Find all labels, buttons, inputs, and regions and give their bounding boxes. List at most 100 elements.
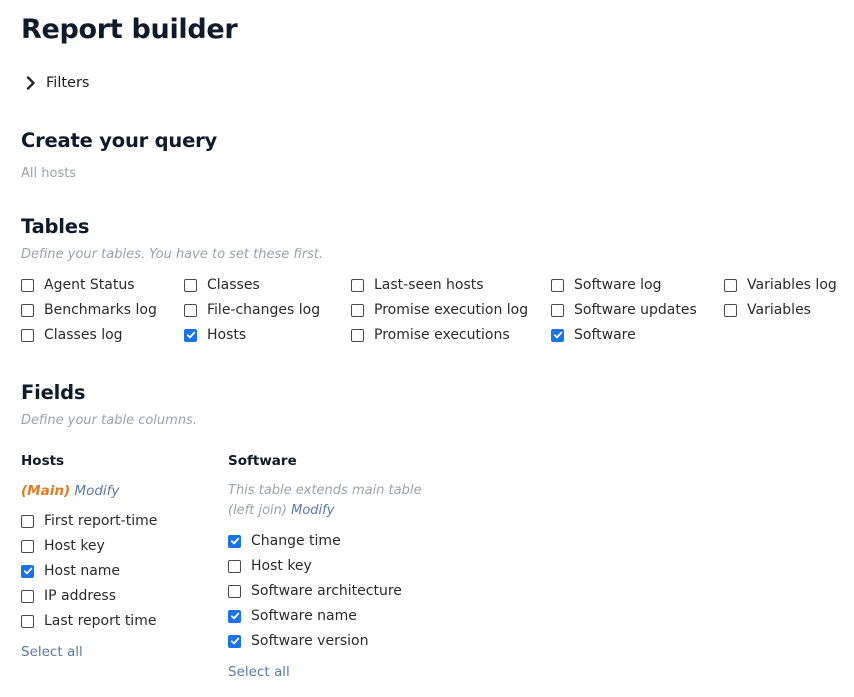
checkmark-icon bbox=[553, 331, 562, 339]
software-field-software-version[interactable]: Software version bbox=[228, 633, 368, 649]
software-extends-note: This table extends main table (left join… bbox=[228, 481, 421, 521]
checkbox-label: Host name bbox=[44, 563, 121, 579]
checkbox[interactable] bbox=[21, 589, 34, 603]
table-checkbox-classes[interactable]: Classes bbox=[184, 277, 260, 293]
table-checkbox-file-changes-log[interactable]: File-changes log bbox=[184, 302, 320, 318]
table-checkbox-software[interactable]: Software bbox=[551, 327, 636, 343]
hosts-field-ip-address[interactable]: IP address bbox=[21, 588, 116, 604]
hosts-column-title: Hosts bbox=[21, 453, 65, 469]
table-checkbox-variables-log[interactable]: Variables log bbox=[724, 277, 837, 293]
checkmark-icon bbox=[186, 331, 195, 339]
software-field-change-time[interactable]: Change time bbox=[228, 533, 341, 549]
software-modify-link[interactable]: Modify bbox=[291, 503, 334, 518]
checkbox-label: Software version bbox=[251, 633, 369, 649]
filters-toggle[interactable]: Filters bbox=[24, 74, 89, 92]
checkbox-label: Promise execution log bbox=[374, 302, 529, 318]
checkbox[interactable] bbox=[184, 328, 197, 342]
checkbox-label: Variables bbox=[747, 302, 811, 318]
join-type: (left join) bbox=[228, 503, 287, 518]
software-column-title: Software bbox=[228, 453, 297, 469]
checkbox-label: Classes log bbox=[44, 327, 123, 343]
checkmark-icon bbox=[230, 537, 239, 545]
checkbox[interactable] bbox=[21, 328, 34, 342]
checkbox[interactable] bbox=[351, 303, 364, 317]
hosts-field-host-key[interactable]: Host key bbox=[21, 538, 105, 554]
create-query-heading: Create your query bbox=[21, 129, 218, 152]
table-checkbox-benchmarks-log[interactable]: Benchmarks log bbox=[21, 302, 157, 318]
hosts-field-last-report-time[interactable]: Last report time bbox=[21, 613, 156, 629]
hosts-field-host-name[interactable]: Host name bbox=[21, 563, 120, 579]
hosts-modify-link[interactable]: Modify bbox=[74, 483, 119, 499]
checkbox-label: Agent Status bbox=[44, 277, 135, 293]
checkbox-label: Software architecture bbox=[251, 583, 402, 599]
checkbox[interactable] bbox=[228, 609, 241, 623]
checkbox-label: Classes bbox=[207, 277, 260, 293]
checkbox-label: Variables log bbox=[747, 277, 837, 293]
tables-hint: Define your tables. You have to set thes… bbox=[21, 247, 324, 262]
checkbox[interactable] bbox=[351, 278, 364, 292]
table-checkbox-hosts[interactable]: Hosts bbox=[184, 327, 246, 343]
checkbox[interactable] bbox=[21, 514, 34, 528]
checkbox-label: Software updates bbox=[574, 302, 697, 318]
extends-line-2: (left join) Modify bbox=[228, 501, 421, 521]
chevron-right-icon bbox=[24, 74, 38, 92]
checkbox-label: Host key bbox=[44, 538, 105, 554]
table-checkbox-classes-log[interactable]: Classes log bbox=[21, 327, 123, 343]
table-checkbox-promise-executions[interactable]: Promise executions bbox=[351, 327, 510, 343]
checkmark-icon bbox=[23, 567, 32, 575]
checkbox[interactable] bbox=[228, 634, 241, 648]
checkbox[interactable] bbox=[724, 278, 737, 292]
checkbox[interactable] bbox=[228, 584, 241, 598]
software-field-software-name[interactable]: Software name bbox=[228, 608, 357, 624]
checkbox-label: Hosts bbox=[207, 327, 247, 343]
checkbox-label: Host key bbox=[251, 558, 312, 574]
tables-heading: Tables bbox=[21, 215, 90, 238]
table-checkbox-software-updates[interactable]: Software updates bbox=[551, 302, 697, 318]
software-field-software-architecture[interactable]: Software architecture bbox=[228, 583, 402, 599]
hosts-main-line: (Main) Modify bbox=[21, 483, 119, 499]
checkbox-label: Last-seen hosts bbox=[374, 277, 484, 293]
extends-line-1: This table extends main table bbox=[228, 483, 422, 498]
checkbox[interactable] bbox=[228, 559, 241, 573]
hosts-field-first-report-time[interactable]: First report-time bbox=[21, 513, 157, 529]
checkbox[interactable] bbox=[21, 564, 34, 578]
table-checkbox-agent-status[interactable]: Agent Status bbox=[21, 277, 135, 293]
main-table-tag: (Main) bbox=[21, 483, 71, 499]
page-title: Report builder bbox=[21, 14, 238, 45]
table-checkbox-promise-execution-log[interactable]: Promise execution log bbox=[351, 302, 528, 318]
fields-heading: Fields bbox=[21, 381, 86, 404]
checkmark-icon bbox=[230, 612, 239, 620]
table-checkbox-last-seen-hosts[interactable]: Last-seen hosts bbox=[351, 277, 484, 293]
checkbox[interactable] bbox=[351, 328, 364, 342]
checkbox-label: IP address bbox=[44, 588, 117, 604]
report-builder-page: Report builder Filters Create your query… bbox=[0, 0, 854, 697]
software-select-all-link[interactable]: Select all bbox=[228, 664, 290, 680]
checkbox[interactable] bbox=[724, 303, 737, 317]
checkbox-label: Change time bbox=[251, 533, 341, 549]
hosts-select-all-link[interactable]: Select all bbox=[21, 644, 83, 660]
checkbox[interactable] bbox=[228, 534, 241, 548]
checkbox[interactable] bbox=[21, 303, 34, 317]
checkbox[interactable] bbox=[21, 278, 34, 292]
checkmark-icon bbox=[230, 637, 239, 645]
table-checkbox-variables[interactable]: Variables bbox=[724, 302, 811, 318]
checkbox-label: First report-time bbox=[44, 513, 158, 529]
checkbox[interactable] bbox=[551, 303, 564, 317]
checkbox-label: Software log bbox=[574, 277, 662, 293]
checkbox-label: Software name bbox=[251, 608, 357, 624]
checkbox-label: Software bbox=[574, 327, 636, 343]
checkbox-label: Last report time bbox=[44, 613, 157, 629]
query-scope: All hosts bbox=[21, 166, 77, 181]
checkbox-label: Promise executions bbox=[374, 327, 510, 343]
checkbox[interactable] bbox=[21, 614, 34, 628]
software-field-host-key[interactable]: Host key bbox=[228, 558, 312, 574]
checkbox[interactable] bbox=[21, 539, 34, 553]
checkbox-label: File-changes log bbox=[207, 302, 321, 318]
checkbox[interactable] bbox=[184, 278, 197, 292]
table-checkbox-software-log[interactable]: Software log bbox=[551, 277, 662, 293]
fields-hint: Define your table columns. bbox=[21, 413, 197, 428]
checkbox[interactable] bbox=[551, 278, 564, 292]
checkbox[interactable] bbox=[551, 328, 564, 342]
checkbox[interactable] bbox=[184, 303, 197, 317]
filters-label: Filters bbox=[46, 75, 90, 91]
